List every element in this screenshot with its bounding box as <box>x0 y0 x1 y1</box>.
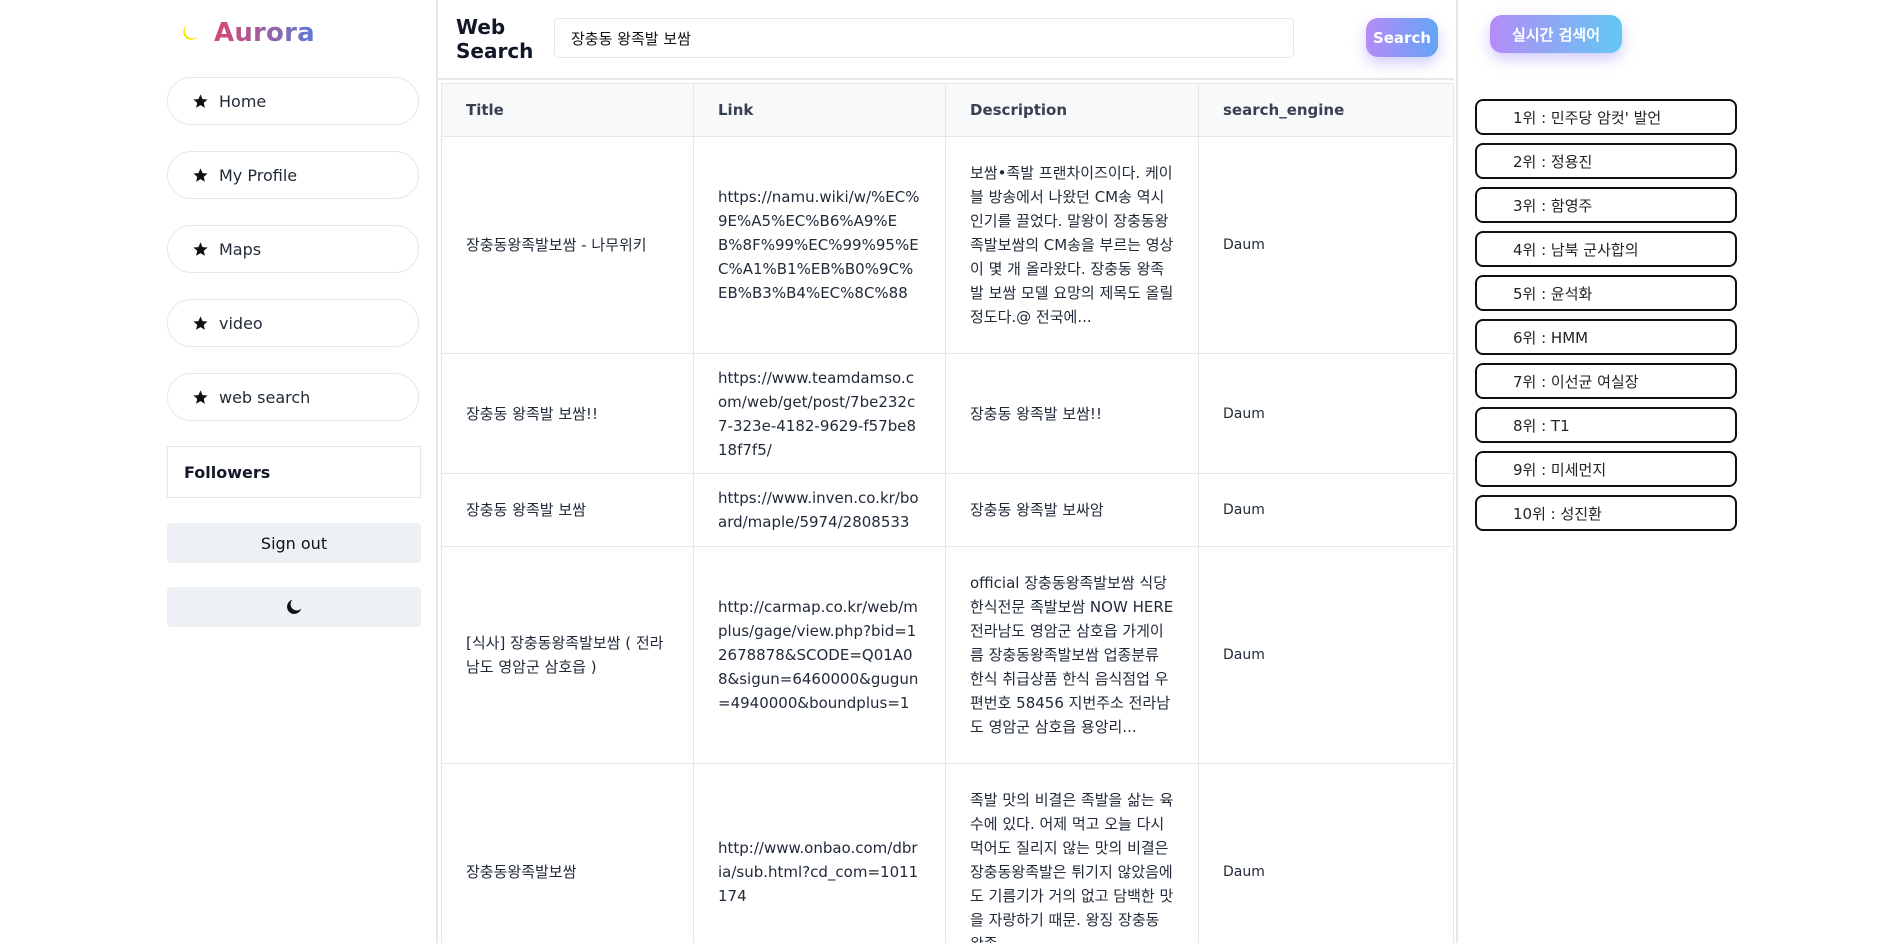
trending-item[interactable]: 7위 : 이선균 여실장 <box>1475 363 1737 399</box>
trending-item[interactable]: 1위 : 민주당 암컷' 발언 <box>1475 99 1737 135</box>
trending-item[interactable]: 9위 : 미세먼지 <box>1475 451 1737 487</box>
result-title: [식사] 장충동왕족발보쌈 ( 전라남도 영암군 삼호읍 ) <box>441 546 694 764</box>
sidebar-item-label: Maps <box>219 239 262 259</box>
result-title: 장충동왕족발보쌈 - 나무위키 <box>441 136 694 354</box>
table-row[interactable]: [식사] 장충동왕족발보쌈 ( 전라남도 영암군 삼호읍 ) http://ca… <box>441 546 1454 764</box>
trending-item[interactable]: 8위 : T1 <box>1475 407 1737 443</box>
trending-item[interactable]: 3위 : 함영주 <box>1475 187 1737 223</box>
realtime-panel: 실시간 검색어 1위 : 민주당 암컷' 발언 2위 : 정용진 3위 : 함영… <box>1456 0 1903 943</box>
theme-toggle-button[interactable] <box>167 587 421 627</box>
result-description: 장충동 왕족발 보쌈!! <box>945 353 1199 474</box>
brand-name: Aurora <box>214 18 315 48</box>
result-title: 장충동왕족발보쌈 <box>441 763 694 943</box>
result-engine: Daum <box>1198 546 1454 764</box>
brand[interactable]: Aurora <box>180 18 315 48</box>
trending-item[interactable]: 10위 : 성진환 <box>1475 495 1737 531</box>
result-description: official 장충동왕족발보쌈 식당 한식전문 족발보쌈 NOW HERE … <box>945 546 1199 764</box>
trending-item[interactable]: 5위 : 윤석화 <box>1475 275 1737 311</box>
table-row[interactable]: 장충동 왕족발 보쌈 https://www.inven.co.kr/board… <box>441 473 1454 547</box>
result-link[interactable]: http://carmap.co.kr/web/mplus/gage/view.… <box>693 546 946 764</box>
result-title: 장충동 왕족발 보쌈 <box>441 473 694 547</box>
column-header-description: Description <box>945 83 1199 137</box>
sidebar-item-label: web search <box>219 387 311 407</box>
left-sidebar: Aurora Home My Profile Maps video web se… <box>0 0 438 943</box>
table-row[interactable]: 장충동 왕족발 보쌈!! https://www.teamdamso.com/w… <box>441 353 1454 474</box>
column-header-search-engine: search_engine <box>1198 83 1454 137</box>
result-engine: Daum <box>1198 136 1454 354</box>
result-engine: Daum <box>1198 763 1454 943</box>
sidebar-item-label: Home <box>219 91 267 111</box>
trending-item[interactable]: 4위 : 남북 군사합의 <box>1475 231 1737 267</box>
sidebar-item-home[interactable]: Home <box>167 77 419 125</box>
result-link[interactable]: https://namu.wiki/w/%EC%9E%A5%EC%B6%A9%E… <box>693 136 946 354</box>
followers-panel[interactable]: Followers <box>167 446 421 498</box>
result-engine: Daum <box>1198 473 1454 547</box>
result-description: 족발 맛의 비결은 족발을 삶는 육수에 있다. 어제 먹고 오늘 다시 먹어도… <box>945 763 1199 943</box>
page-title: Web Search <box>456 15 534 63</box>
star-icon <box>193 389 208 404</box>
result-engine: Daum <box>1198 353 1454 474</box>
table-header-row: Title Link Description search_engine <box>441 83 1454 137</box>
sidebar-item-my-profile[interactable]: My Profile <box>167 151 419 199</box>
realtime-search-button[interactable]: 실시간 검색어 <box>1490 15 1622 53</box>
trending-item[interactable]: 2위 : 정용진 <box>1475 143 1737 179</box>
column-header-link: Link <box>693 83 946 137</box>
star-icon <box>193 93 208 108</box>
star-icon <box>193 241 208 256</box>
sidebar-item-label: My Profile <box>219 165 298 185</box>
result-description: 장충동 왕족발 보싸암 <box>945 473 1199 547</box>
table-row[interactable]: 장충동왕족발보쌈 http://www.onbao.com/dbria/sub.… <box>441 763 1454 943</box>
result-link[interactable]: https://www.teamdamso.com/web/get/post/7… <box>693 353 946 474</box>
sidebar-item-maps[interactable]: Maps <box>167 225 419 273</box>
sidebar-item-label: video <box>219 313 263 333</box>
moon-icon <box>287 599 302 614</box>
result-description: 보쌈•족발 프랜차이즈이다. 케이블 방송에서 나왔던 CM송 역시 인기를 끌… <box>945 136 1199 354</box>
column-header-title: Title <box>441 83 694 137</box>
search-input[interactable] <box>554 18 1294 58</box>
moon-icon <box>180 23 200 43</box>
sidebar-item-video[interactable]: video <box>167 299 419 347</box>
results-table-container: Title Link Description search_engine 장충동… <box>441 83 1454 943</box>
table-row[interactable]: 장충동왕족발보쌈 - 나무위키 https://namu.wiki/w/%EC%… <box>441 136 1454 354</box>
sign-out-button[interactable]: Sign out <box>167 523 421 563</box>
search-button[interactable]: Search <box>1366 18 1438 57</box>
result-title: 장충동 왕족발 보쌈!! <box>441 353 694 474</box>
main-content: Web Search Search Title Link Description… <box>438 0 1454 943</box>
trending-item[interactable]: 6위 : HMM <box>1475 319 1737 355</box>
result-link[interactable]: http://www.onbao.com/dbria/sub.html?cd_c… <box>693 763 946 943</box>
star-icon <box>193 167 208 182</box>
result-link[interactable]: https://www.inven.co.kr/board/maple/5974… <box>693 473 946 547</box>
star-icon <box>193 315 208 330</box>
search-header: Web Search Search <box>438 0 1454 80</box>
results-table: Title Link Description search_engine 장충동… <box>441 83 1454 943</box>
sidebar-item-web-search[interactable]: web search <box>167 373 419 421</box>
